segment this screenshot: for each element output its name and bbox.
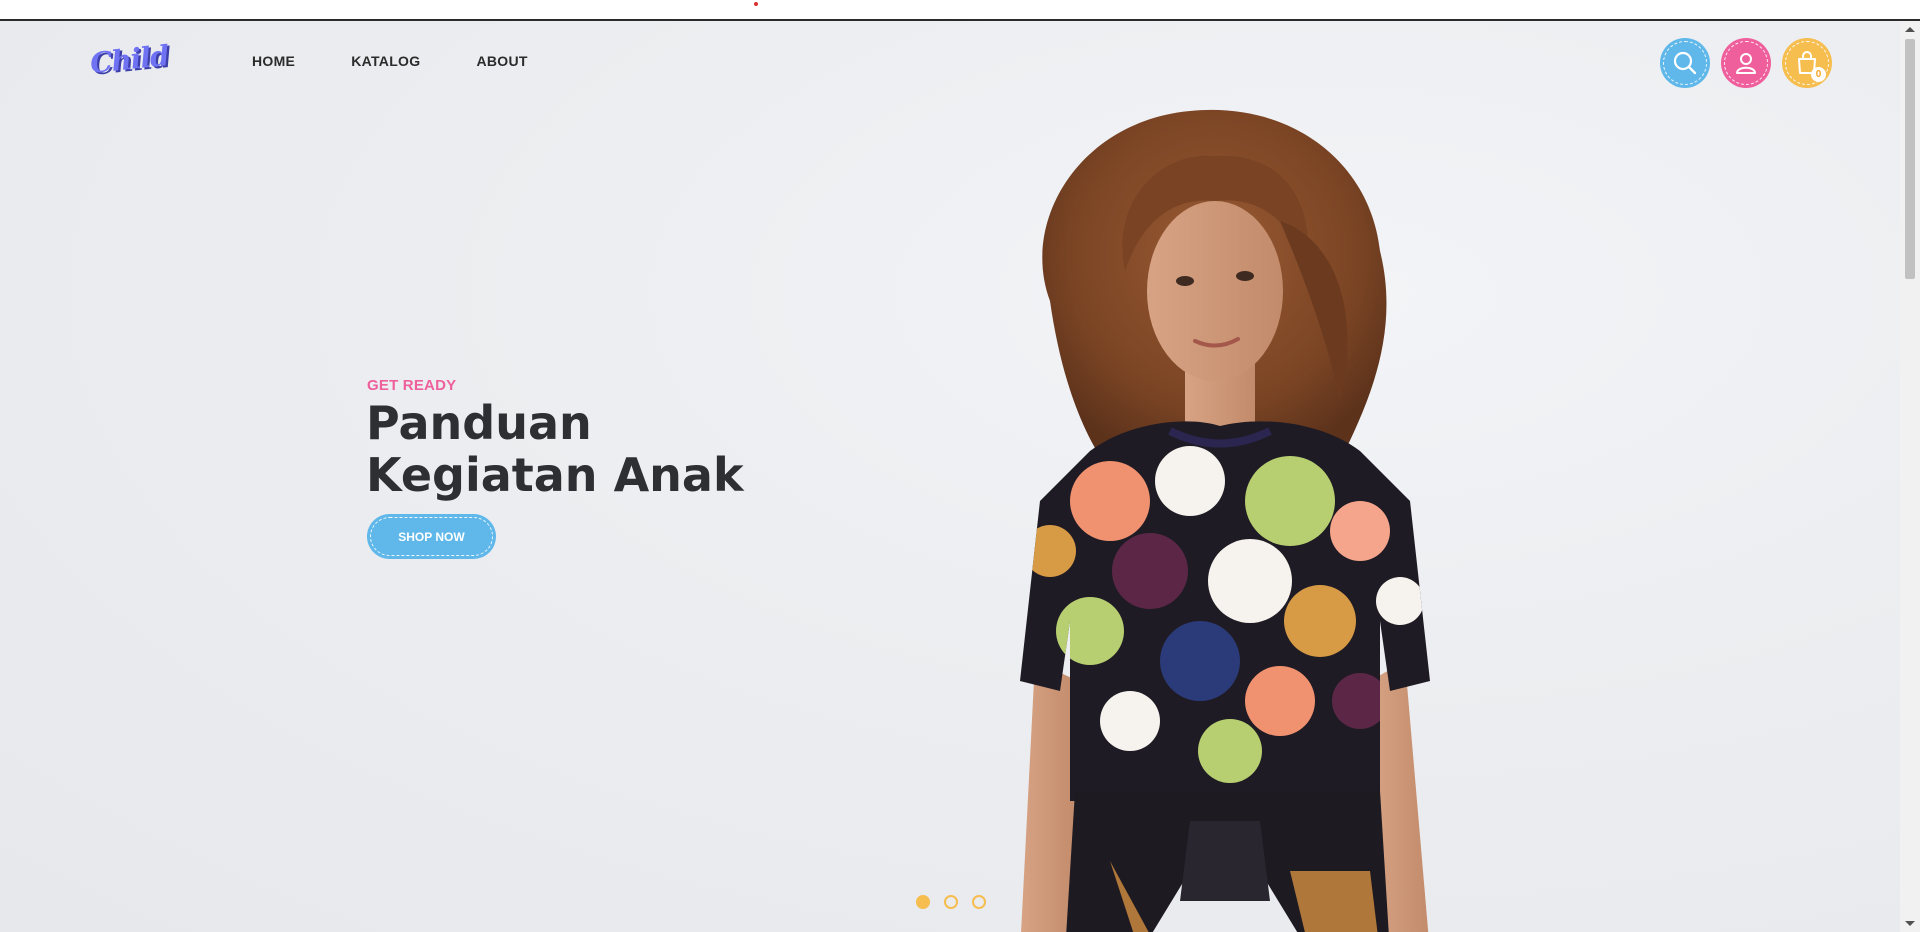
hero-title-line2: Kegiatan Anak [366,448,744,502]
hero-title-line1: Panduan [366,396,592,450]
shop-now-button[interactable]: SHOP NOW [367,514,496,559]
search-icon [1673,51,1697,75]
slider-dot-2[interactable] [944,895,958,909]
nav-item-about[interactable]: ABOUT [476,53,527,69]
scroll-up-arrow-icon[interactable] [1905,27,1915,32]
account-button[interactable] [1721,38,1771,88]
hero-title: Panduan Kegiatan Anak [366,397,786,501]
nav-item-home[interactable]: HOME [252,53,295,69]
cart-button[interactable]: 0 [1782,38,1832,88]
brand-logo[interactable]: Child [88,39,170,80]
hero-eyebrow: GET READY [367,377,457,394]
main-nav: HOME KATALOG ABOUT [252,53,528,69]
shop-now-label: SHOP NOW [398,529,465,544]
scrollbar-thumb[interactable] [1905,39,1915,279]
search-button[interactable] [1660,38,1710,88]
cart-count-badge: 0 [1811,67,1826,82]
scroll-down-arrow-icon[interactable] [1905,921,1915,926]
user-icon [1736,53,1756,74]
nav-item-katalog[interactable]: KATALOG [351,53,420,69]
browser-top-strip [0,0,1920,21]
page-viewport: Child HOME KATALOG ABOUT 0 GET READY Pan… [0,21,1900,932]
slider-dot-3[interactable] [972,895,986,909]
slider-dots [916,895,986,909]
vertical-scrollbar[interactable] [1900,21,1920,932]
hero-model-image [1020,109,1430,932]
slider-dot-1[interactable] [916,895,930,909]
recording-indicator [754,2,758,6]
